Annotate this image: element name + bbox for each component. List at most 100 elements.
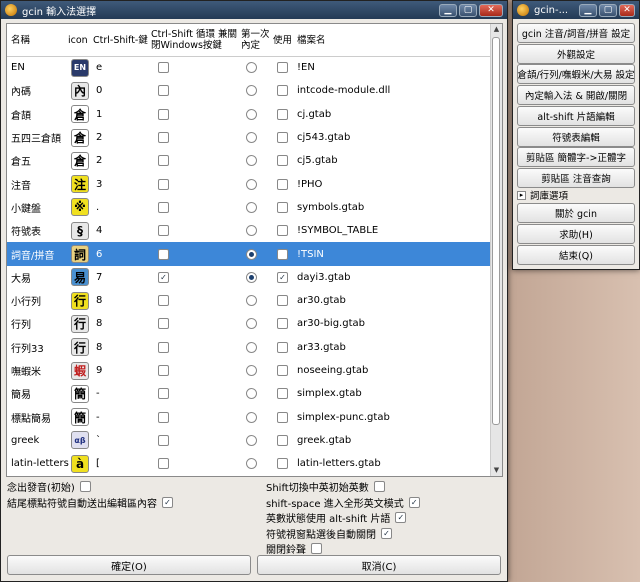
default-radio[interactable] [246,178,257,190]
cycle-checkbox[interactable] [158,295,169,307]
settings-button[interactable]: alt-shift 片語編輯 [517,105,635,126]
col-file[interactable]: 檔案名 [297,24,326,56]
settings-button[interactable]: 符號表編輯 [517,126,635,147]
cycle-checkbox[interactable] [158,341,169,353]
use-checkbox[interactable] [277,411,288,423]
default-radio[interactable] [246,62,257,74]
default-radio[interactable] [246,155,257,167]
use-checkbox[interactable] [277,248,288,260]
default-radio[interactable] [246,434,257,446]
default-radio[interactable] [246,108,257,120]
table-row[interactable]: 內碼 內 0 intcode-module.dll [7,79,490,102]
option-checkbox[interactable] [311,543,322,554]
settings-button[interactable]: 剪貼區 注音查詢 [517,167,635,188]
table-row[interactable]: greek αβ ` greek.gtab [7,429,490,452]
minimize-button[interactable]: ▁ [439,3,457,17]
cycle-checkbox[interactable] [158,62,169,74]
use-checkbox[interactable] [277,365,288,376]
cycle-checkbox[interactable] [158,178,169,190]
use-checkbox[interactable] [277,341,288,353]
default-radio[interactable] [246,318,257,330]
cycle-checkbox[interactable] [158,365,169,376]
table-scrollbar[interactable]: ▲ ▼ [490,24,502,476]
table-row[interactable]: 詞音/拼音 詞 6 !TSIN [7,242,490,266]
table-row[interactable]: 行列 行 8 ar30-big.gtab [7,312,490,335]
scroll-thumb[interactable] [492,37,500,425]
col-cycle[interactable]: Ctrl-Shift 循環 兼關閉Windows按鍵 [151,24,239,56]
cycle-checkbox[interactable] [158,85,169,97]
table-row[interactable]: 倉頡 倉 1 cj.gtab [7,103,490,126]
option-row[interactable]: 關閉鈴聲 [266,541,322,556]
settings-button[interactable]: 外觀設定 [517,43,635,64]
table-row[interactable]: 小行列 行 8 ar30.gtab [7,289,490,312]
table-row[interactable]: 大易 易 7 ✓ ✓ dayi3.gtab [7,266,490,289]
default-radio[interactable] [246,201,257,213]
option-row[interactable]: 結尾標點符號自動送出編輯區內容 ✓ [7,495,173,510]
help-button[interactable]: 求助(H) [517,224,635,244]
close-button[interactable]: ✕ [479,3,503,17]
option-row[interactable]: 念出發音(初始) [7,479,91,494]
exit-button[interactable]: 結束(Q) [517,245,635,265]
cycle-checkbox[interactable] [158,108,169,120]
option-row[interactable]: shift-space 進入全形英文模式 ✓ [266,495,420,510]
close-button[interactable]: ✕ [619,3,635,17]
option-checkbox[interactable] [79,481,91,492]
maximize-button[interactable]: ▢ [599,3,617,17]
default-radio[interactable] [246,225,257,237]
use-checkbox[interactable] [277,132,288,144]
use-checkbox[interactable] [277,388,288,400]
default-radio[interactable] [246,85,257,97]
default-radio[interactable] [246,248,257,260]
settings-button[interactable]: 倉頡/行列/嘸蝦米/大易 設定 [517,64,635,85]
default-radio[interactable] [246,271,257,283]
default-radio[interactable] [246,341,257,353]
table-row[interactable]: 五四三倉頡倉 2 cj543.gtab [7,126,490,149]
cycle-checkbox[interactable] [158,411,169,423]
col-use[interactable]: 使用 [273,24,292,56]
about-button[interactable]: 關於 gcin [517,203,635,223]
scroll-down-icon[interactable]: ▼ [491,465,502,476]
cycle-checkbox[interactable] [158,132,169,144]
option-checkbox[interactable]: ✓ [162,496,173,508]
default-radio[interactable] [246,388,257,400]
col-name[interactable]: 名稱 [11,24,30,56]
option-row[interactable]: 符號視窗點選後自動關閉 ✓ [266,526,392,541]
settings-button[interactable]: 剪貼區 簡體字->正體字 [517,147,635,168]
cycle-checkbox[interactable] [158,318,169,330]
cycle-checkbox[interactable] [158,458,169,470]
col-first[interactable]: 第一次 內定 [241,24,275,56]
option-row[interactable]: Shift切換中英初始英數 [266,479,385,494]
use-checkbox[interactable] [277,434,288,446]
table-row[interactable]: latin-letters à [latin-letters.gtab [7,452,490,475]
option-checkbox[interactable] [373,481,385,492]
table-row[interactable]: 行列33 行 8 ar33.gtab [7,336,490,359]
default-radio[interactable] [246,458,257,470]
table-row[interactable]: 簡易 簡 - simplex.gtab [7,382,490,405]
option-row[interactable]: 英數狀態使用 alt-shift 片語 ✓ [266,510,407,525]
option-checkbox[interactable]: ✓ [408,496,420,508]
default-radio[interactable] [246,365,257,376]
table-row[interactable]: 符號表 § 4 !SYMBOL_TABLE [7,219,490,242]
use-checkbox[interactable] [277,318,288,330]
dictionary-options-expander[interactable]: ▸ 詞庫選項 [517,188,568,202]
cancel-button[interactable]: 取消(C) [257,555,501,575]
ok-button[interactable]: 確定(O) [7,555,251,575]
scroll-up-icon[interactable]: ▲ [491,24,502,35]
table-row[interactable]: 注音 注 3 !PHO [7,172,490,195]
col-key[interactable]: Ctrl-Shift-鍵 [93,24,148,56]
table-row[interactable]: 嘸蝦米 蝦 9 noseeing.gtab [7,359,490,382]
cycle-checkbox[interactable] [158,201,169,213]
use-checkbox[interactable] [277,178,288,190]
use-checkbox[interactable] [277,155,288,167]
use-checkbox[interactable] [277,85,288,97]
table-row[interactable]: 小鍵盤 ※. symbols.gtab [7,196,490,219]
use-checkbox[interactable] [277,108,288,120]
option-checkbox[interactable]: ✓ [381,527,392,539]
default-radio[interactable] [246,295,257,307]
use-checkbox[interactable] [277,295,288,307]
cycle-checkbox[interactable] [158,434,169,446]
table-row[interactable]: 倉五 倉 2 cj5.gtab [7,149,490,172]
cycle-checkbox[interactable] [158,155,169,167]
option-checkbox[interactable]: ✓ [395,512,407,523]
cycle-checkbox[interactable] [158,225,169,237]
